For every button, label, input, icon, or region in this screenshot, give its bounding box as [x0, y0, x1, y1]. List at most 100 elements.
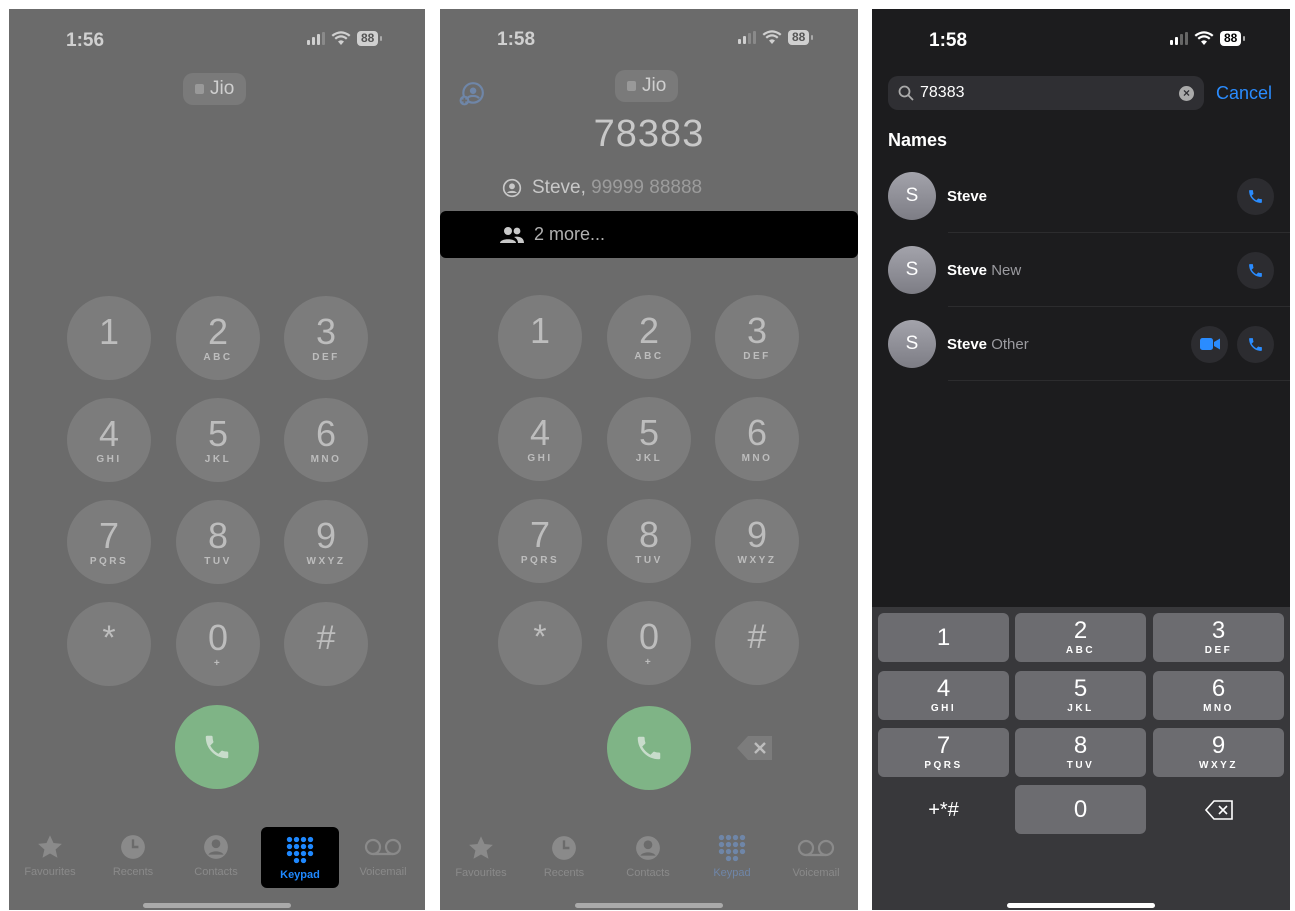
- phone-icon: [205, 735, 229, 759]
- keypad-key-8[interactable]: 8 TUV: [176, 500, 260, 584]
- keypad-key-0[interactable]: 0 +: [176, 602, 260, 686]
- key-digit: 5: [638, 411, 660, 453]
- keypad-key-9[interactable]: 9 WXYZ: [715, 499, 799, 583]
- key-digit: 9: [1211, 732, 1226, 759]
- wifi-icon: [762, 30, 782, 44]
- keypad-key-hash[interactable]: #: [284, 602, 368, 686]
- key-digit: 1: [936, 623, 951, 651]
- keypad-grid-icon: [718, 834, 746, 862]
- carrier-pill[interactable]: Jio: [615, 70, 679, 102]
- keypad-key-star[interactable]: *: [498, 601, 582, 685]
- search-input[interactable]: 78383: [920, 84, 1173, 102]
- key-digit: *: [533, 617, 547, 656]
- search-icon: [898, 85, 914, 101]
- row-separator: [948, 380, 1290, 381]
- key-digit: 9: [746, 513, 768, 555]
- key-digit: 1: [98, 310, 120, 352]
- clear-search-icon[interactable]: ×: [1179, 85, 1194, 101]
- keyboard-key-9[interactable]: 9 WXYZ: [1153, 728, 1284, 777]
- keypad-key-2[interactable]: 2 ABC: [607, 295, 691, 379]
- video-call-button[interactable]: [1191, 325, 1228, 363]
- tab-keypad[interactable]: Keypad: [692, 825, 772, 887]
- keypad-key-6[interactable]: 6 MNO: [715, 397, 799, 481]
- call-contact-button[interactable]: [1237, 177, 1274, 215]
- keypad-key-5[interactable]: 5 JKL: [607, 397, 691, 481]
- home-indicator: [1007, 903, 1155, 908]
- keypad-key-hash[interactable]: #: [715, 601, 799, 685]
- keypad-key-2[interactable]: 2 ABC: [176, 296, 260, 380]
- tab-contacts[interactable]: Contacts: [608, 825, 688, 887]
- call-button[interactable]: [607, 706, 691, 790]
- keyboard-delete-key[interactable]: [1153, 785, 1284, 834]
- cancel-button[interactable]: Cancel: [1216, 83, 1272, 104]
- dialed-number: 78383: [593, 113, 705, 155]
- keypad-key-1[interactable]: 1: [67, 296, 151, 380]
- keyboard-key-8[interactable]: 8 TUV: [1015, 728, 1146, 777]
- tab-voicemail[interactable]: Voicemail: [343, 824, 423, 886]
- key-letters: TUV: [1066, 760, 1095, 771]
- search-field[interactable]: 78383 ×: [888, 76, 1204, 110]
- tab-contacts[interactable]: Contacts: [176, 824, 256, 886]
- wifi-icon: [1194, 31, 1214, 45]
- add-contact-button[interactable]: [459, 81, 485, 112]
- tab-favourites[interactable]: Favourites: [441, 825, 521, 887]
- keypad-key-1[interactable]: 1: [498, 295, 582, 379]
- person-circle-icon: [204, 835, 228, 859]
- tab-recents[interactable]: Recents: [93, 824, 173, 886]
- keyboard-key-7[interactable]: 7 PQRS: [878, 728, 1009, 777]
- cellular-signal-icon: [1170, 32, 1188, 45]
- keypad-key-0[interactable]: 0 +: [607, 601, 691, 685]
- more-matches-row[interactable]: 2 more...: [440, 211, 858, 258]
- contact-row[interactable]: S Steve Other: [888, 307, 1290, 381]
- contact-row[interactable]: S Steve New: [888, 233, 1290, 307]
- keyboard-key-3[interactable]: 3 DEF: [1153, 613, 1284, 662]
- keypad-key-9[interactable]: 9 WXYZ: [284, 500, 368, 584]
- key-letters: ABC: [203, 351, 233, 363]
- sim-icon: [195, 84, 204, 94]
- keypad-key-7[interactable]: 7 PQRS: [67, 500, 151, 584]
- keypad-key-7[interactable]: 7 PQRS: [498, 499, 582, 583]
- key-digit: #: [316, 618, 336, 657]
- status-icons: 88: [738, 30, 814, 45]
- keypad-key-3[interactable]: 3 DEF: [715, 295, 799, 379]
- contact-row[interactable]: S Steve: [888, 159, 1290, 233]
- keypad-key-5[interactable]: 5 JKL: [176, 398, 260, 482]
- tab-recents[interactable]: Recents: [524, 825, 604, 887]
- suggested-contact[interactable]: Steve, 99999 88888: [502, 177, 702, 199]
- keyboard-symbols-key[interactable]: +*#: [878, 785, 1009, 834]
- key-digit: 6: [1211, 675, 1226, 702]
- keyboard-key-5[interactable]: 5 JKL: [1015, 671, 1146, 720]
- call-contact-button[interactable]: [1237, 325, 1274, 363]
- carrier-pill[interactable]: Jio: [183, 73, 247, 105]
- key-digit: 4: [98, 412, 120, 454]
- battery-indicator: 88: [1220, 31, 1246, 46]
- battery-indicator: 88: [357, 31, 383, 46]
- delete-button[interactable]: [736, 735, 774, 766]
- clock-icon: [121, 835, 145, 859]
- key-letters: GHI: [930, 703, 957, 714]
- keypad-key-4[interactable]: 4 GHI: [498, 397, 582, 481]
- key-digit: 9: [315, 514, 337, 556]
- numeric-keyboard: 1 2 ABC 3 DEF 4 GHI 5 JKL 6 MNO 7 PQRS 8 TUV 9 WXYZ +*# 0: [872, 607, 1290, 910]
- call-button[interactable]: [175, 705, 259, 789]
- tab-favourites[interactable]: Favourites: [10, 824, 90, 886]
- keyboard-key-0[interactable]: 0: [1015, 785, 1146, 834]
- tab-keypad[interactable]: Keypad: [261, 827, 339, 888]
- keyboard-key-4[interactable]: 4 GHI: [878, 671, 1009, 720]
- keypad-key-3[interactable]: 3 DEF: [284, 296, 368, 380]
- key-digit: 4: [529, 411, 551, 453]
- keyboard-key-1[interactable]: 1: [878, 613, 1009, 662]
- key-digit: 0: [1073, 795, 1088, 823]
- key-digit: 8: [207, 514, 229, 556]
- keypad-key-4[interactable]: 4 GHI: [67, 398, 151, 482]
- keyboard-key-2[interactable]: 2 ABC: [1015, 613, 1146, 662]
- tab-voicemail[interactable]: Voicemail: [776, 825, 856, 887]
- key-letters: PQRS: [520, 554, 560, 566]
- keypad-key-star[interactable]: *: [67, 602, 151, 686]
- key-digit: 3: [746, 309, 768, 351]
- call-contact-button[interactable]: [1237, 251, 1274, 289]
- keypad-key-8[interactable]: 8 TUV: [607, 499, 691, 583]
- keypad-key-6[interactable]: 6 MNO: [284, 398, 368, 482]
- key-letters: +: [213, 657, 223, 669]
- keyboard-key-6[interactable]: 6 MNO: [1153, 671, 1284, 720]
